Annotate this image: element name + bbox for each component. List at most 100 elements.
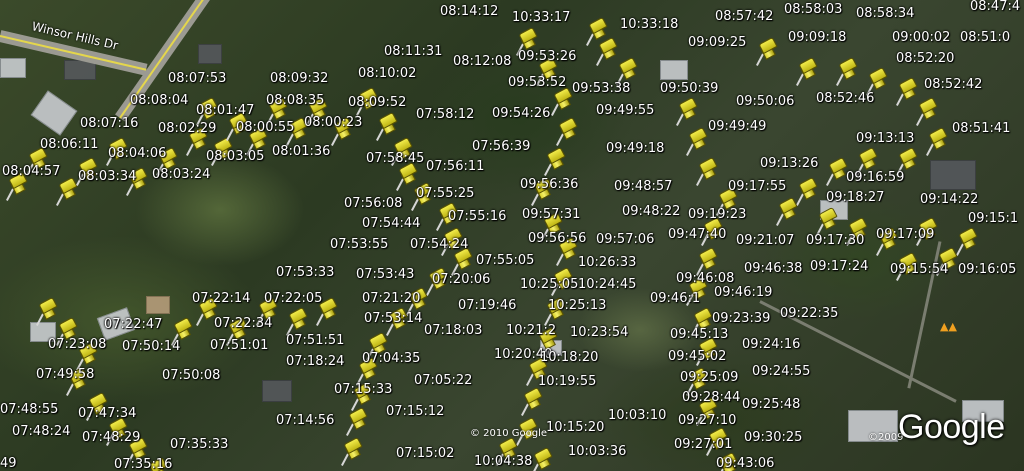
timestamp-label[interactable]: 09:54:26 [492, 107, 550, 120]
timestamp-label[interactable]: 07:22:05 [264, 292, 322, 305]
timestamp-label[interactable]: 08:03:24 [152, 168, 210, 181]
timestamp-label[interactable]: 08:02:29 [158, 122, 216, 135]
timestamp-label[interactable]: 10:25:05 [520, 278, 578, 291]
pushpin-icon[interactable] [686, 126, 708, 160]
timestamp-label[interactable]: 07:55:16 [448, 210, 506, 223]
timestamp-label[interactable]: 09:09:18 [788, 31, 846, 44]
timestamp-label[interactable]: 09:24:16 [742, 338, 800, 351]
timestamp-label[interactable]: 07:54:24 [410, 238, 468, 251]
timestamp-label[interactable]: 07:48:29 [82, 431, 140, 444]
timestamp-label[interactable]: 09:27:01 [674, 438, 732, 451]
timestamp-label[interactable]: 09:57:06 [596, 233, 654, 246]
timestamp-label[interactable]: 10:15:20 [546, 421, 604, 434]
timestamp-label[interactable]: 08:10:02 [358, 67, 416, 80]
timestamp-label[interactable]: 07:19:46 [458, 299, 516, 312]
timestamp-label[interactable]: 08:47:4 [970, 0, 1020, 13]
timestamp-label[interactable]: 08:06:11 [40, 138, 98, 151]
timestamp-label[interactable]: 09:50:39 [660, 82, 718, 95]
pushpin-icon[interactable] [826, 156, 848, 190]
pushpin-icon[interactable] [346, 406, 368, 440]
timestamp-label[interactable]: 08:08:04 [130, 94, 188, 107]
pushpin-icon[interactable] [926, 126, 948, 160]
timestamp-label[interactable]: 09:49:55 [596, 104, 654, 117]
timestamp-label[interactable]: 07:14:56 [276, 414, 334, 427]
timestamp-label[interactable]: 09:13:26 [760, 157, 818, 170]
timestamp-label[interactable]: 09:16:05 [958, 263, 1016, 276]
timestamp-label[interactable]: 09:17:30 [806, 234, 864, 247]
pushpin-icon[interactable] [376, 111, 398, 145]
timestamp-label[interactable]: 10:19:55 [538, 375, 596, 388]
timestamp-label[interactable]: 09:17:55 [728, 180, 786, 193]
timestamp-label[interactable]: 09:53:26 [518, 50, 576, 63]
timestamp-label[interactable]: 07:15:02 [396, 447, 454, 460]
timestamp-label[interactable]: 08:03:05 [206, 150, 264, 163]
timestamp-label[interactable]: 10:03:10 [608, 409, 666, 422]
timestamp-label[interactable]: 08:04:06 [108, 147, 166, 160]
timestamp-label[interactable]: 09:25:48 [742, 398, 800, 411]
timestamp-label[interactable]: 08:09:52 [348, 96, 406, 109]
timestamp-label[interactable]: 10:21:2 [506, 324, 556, 337]
timestamp-label[interactable]: 08:09:32 [270, 72, 328, 85]
timestamp-label[interactable]: 07:55:05 [476, 254, 534, 267]
timestamp-label[interactable]: 08:00:55 [236, 121, 294, 134]
pushpin-icon[interactable] [916, 96, 938, 130]
timestamp-label[interactable]: 10:25:13 [548, 299, 606, 312]
timestamp-label[interactable]: 49 [0, 457, 17, 470]
timestamp-label[interactable]: 08:08:35 [266, 94, 324, 107]
timestamp-label[interactable]: 09:48:22 [622, 205, 680, 218]
timestamp-label[interactable]: 07:15:12 [386, 405, 444, 418]
timestamp-label[interactable]: 07:21:20 [362, 292, 420, 305]
timestamp-label[interactable]: 09:27:10 [678, 414, 736, 427]
timestamp-label[interactable]: 10:03:36 [568, 445, 626, 458]
pushpin-icon[interactable] [396, 161, 418, 195]
pushpin-icon[interactable] [796, 56, 818, 90]
timestamp-label[interactable]: 08:52:46 [816, 92, 874, 105]
timestamp-label[interactable]: 10:24:45 [578, 278, 636, 291]
timestamp-label[interactable]: 09:15:1 [968, 212, 1018, 225]
timestamp-label[interactable]: 08:51:0 [960, 31, 1010, 44]
timestamp-label[interactable]: 07:35:16 [114, 458, 172, 471]
timestamp-label[interactable]: 09:17:24 [810, 260, 868, 273]
pushpin-icon[interactable] [6, 171, 28, 205]
timestamp-label[interactable]: 08:07:53 [168, 72, 226, 85]
timestamp-label[interactable]: 07:22:14 [192, 292, 250, 305]
timestamp-label[interactable]: 08:01:47 [196, 104, 254, 117]
pushpin-icon[interactable] [956, 226, 978, 260]
timestamp-label[interactable]: 09:28:44 [682, 391, 740, 404]
timestamp-label[interactable]: 08:51:41 [952, 122, 1010, 135]
timestamp-label[interactable]: 07:51:01 [210, 339, 268, 352]
timestamp-label[interactable]: 09:15:54 [890, 263, 948, 276]
timestamp-label[interactable]: 07:56:08 [344, 197, 402, 210]
timestamp-label[interactable]: 09:25:09 [680, 371, 738, 384]
timestamp-label[interactable]: 08:57:42 [715, 10, 773, 23]
pushpin-icon[interactable] [756, 36, 778, 70]
timestamp-label[interactable]: 10:23:54 [570, 326, 628, 339]
timestamp-label[interactable]: 07:35:33 [170, 438, 228, 451]
timestamp-label[interactable]: 07:48:24 [12, 425, 70, 438]
timestamp-label[interactable]: 08:52:20 [896, 52, 954, 65]
timestamp-label[interactable]: 09:46:08 [676, 272, 734, 285]
timestamp-label[interactable]: 07:22:34 [214, 317, 272, 330]
pushpin-icon[interactable] [836, 56, 858, 90]
timestamp-label[interactable]: 09:45:02 [668, 350, 726, 363]
timestamp-label[interactable]: 07:47:34 [78, 407, 136, 420]
timestamp-label[interactable]: 08:52:42 [924, 78, 982, 91]
timestamp-label[interactable]: 10:18:20 [540, 351, 598, 364]
timestamp-label[interactable]: 07:20:06 [432, 273, 490, 286]
timestamp-label[interactable]: 08:12:08 [453, 55, 511, 68]
timestamp-label[interactable]: 07:58:45 [366, 152, 424, 165]
timestamp-label[interactable]: 07:50:14 [122, 340, 180, 353]
timestamp-label[interactable]: 07:53:55 [330, 238, 388, 251]
timestamp-label[interactable]: 09:19:23 [688, 208, 746, 221]
timestamp-label[interactable]: 08:58:03 [784, 3, 842, 16]
timestamp-label[interactable]: 10:33:17 [512, 11, 570, 24]
timestamp-label[interactable]: 09:46:38 [744, 262, 802, 275]
timestamp-label[interactable]: 09:53:38 [572, 82, 630, 95]
timestamp-label[interactable]: 07:18:03 [424, 324, 482, 337]
satellite-map[interactable]: Winsor Hills Dr 08:14:12 10:33:17 08:57:42… [0, 0, 1024, 471]
timestamp-label[interactable]: 09:57:31 [522, 208, 580, 221]
timestamp-label[interactable]: 09:53:52 [508, 76, 566, 89]
pushpin-icon[interactable] [696, 156, 718, 190]
timestamp-label[interactable]: 09:22:35 [780, 307, 838, 320]
pushpin-icon[interactable] [521, 386, 543, 420]
